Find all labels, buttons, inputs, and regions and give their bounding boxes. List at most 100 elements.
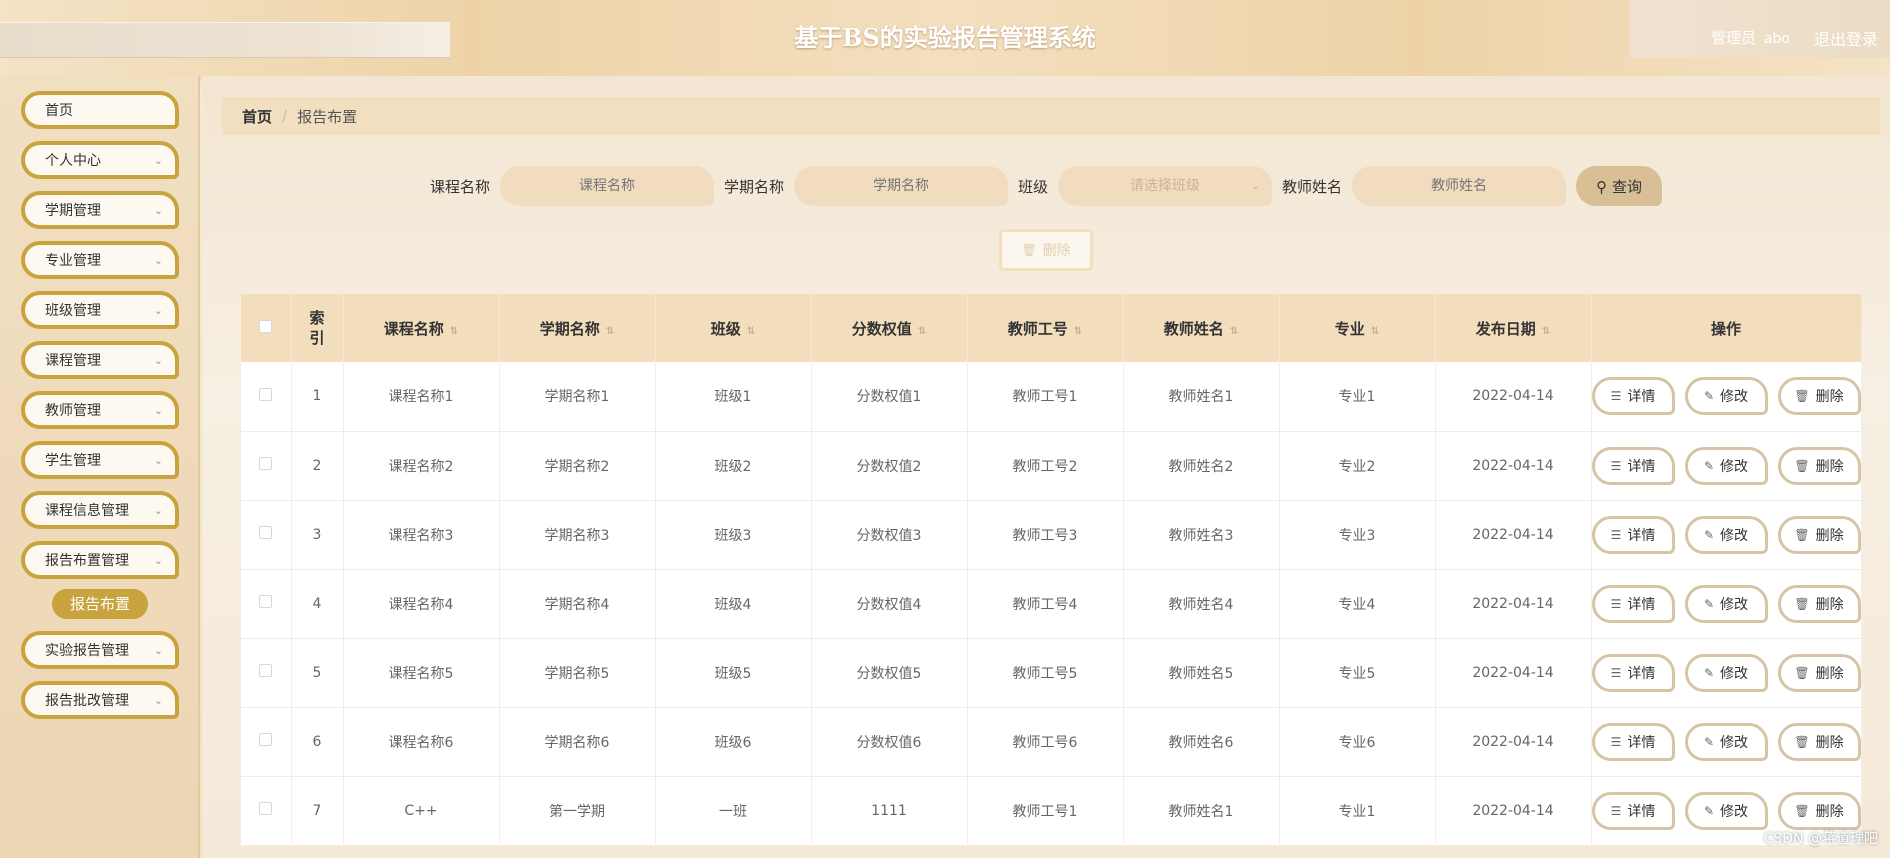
table-cell: 班级5 [655,638,812,707]
detail-button[interactable]: ☰ 详情 [1591,515,1675,554]
breadcrumb-home[interactable]: 首页 [242,106,272,127]
sort-icon[interactable]: ⇅ [747,326,755,337]
row-select-cell [241,431,292,500]
column-header: 索引 [291,294,344,362]
term-name-input[interactable] [794,166,1009,206]
detail-button[interactable]: ☰ 详情 [1591,584,1675,623]
column-header[interactable]: 教师工号 ⇅ [967,294,1124,362]
sidebar-subitem-report-assign[interactable]: 报告布置 [52,589,148,619]
column-header[interactable]: 课程名称 ⇅ [343,294,500,362]
edit-button[interactable]: ✎ 修改 [1684,653,1768,692]
table-cell: 5 [291,638,344,707]
sort-icon[interactable]: ⇅ [1542,326,1550,337]
table-cell: 教师姓名1 [1123,776,1280,845]
query-button[interactable]: ⚲ 查询 [1576,166,1663,206]
row-checkbox[interactable] [259,526,273,539]
batch-delete-button[interactable]: 🗑 删除 [999,229,1093,271]
sidebar-item-3[interactable]: 专业管理 ⌄ [21,241,179,279]
sidebar-item-8[interactable]: 课程信息管理 ⌄ [21,491,179,529]
detail-button[interactable]: ☰ 详情 [1591,653,1675,692]
column-header[interactable]: 学期名称 ⇅ [499,294,656,362]
sort-icon[interactable]: ⇅ [450,326,458,337]
sidebar-item-label: 报告批改管理 [45,693,129,709]
row-checkbox[interactable] [259,802,273,815]
logout-button[interactable]: 退出登录 [1814,26,1878,50]
chevron-down-icon: ⌄ [153,204,163,217]
row-checkbox[interactable] [259,664,273,677]
select-all-checkbox[interactable] [259,320,273,333]
course-name-label: 课程名称 [430,177,491,196]
table-cell: 课程名称5 [343,638,500,707]
table-cell: 专业6 [1279,707,1436,776]
row-select-cell [241,776,292,845]
sidebar-item-0[interactable]: 首页 [21,91,179,129]
sort-icon[interactable]: ⇅ [606,326,614,337]
sort-icon[interactable]: ⇅ [1371,326,1379,337]
table-cell: 教师姓名4 [1123,569,1280,638]
delete-button[interactable]: 🗑 删除 [1777,653,1861,692]
table-cell: 3 [291,500,344,569]
trash-icon: 🗑 [1794,527,1810,542]
detail-button[interactable]: ☰ 详情 [1591,722,1675,761]
sort-icon[interactable]: ⇅ [1230,326,1238,337]
sidebar-item-a0[interactable]: 实验报告管理 ⌄ [21,631,179,669]
table-cell: 课程名称3 [343,500,500,569]
table-row: 6 课程名称6 学期名称6 班级6 分数权值6 教师工号6 教师姓名6 专业6 2022-04-… [241,707,1862,776]
row-checkbox[interactable] [259,733,273,746]
column-header[interactable]: 班级 ⇅ [655,294,812,362]
row-select-cell [241,362,292,431]
current-user: 管理员 abo [1711,27,1790,48]
pencil-icon: ✎ [1703,389,1715,404]
table-cell: 教师工号5 [967,638,1124,707]
edit-button[interactable]: ✎ 修改 [1684,377,1768,416]
edit-button[interactable]: ✎ 修改 [1684,722,1768,761]
sidebar-item-6[interactable]: 教师管理 ⌄ [21,391,179,429]
teacher-name-input[interactable] [1352,166,1567,206]
column-header[interactable]: 发布日期 ⇅ [1435,294,1592,362]
sidebar-item-9[interactable]: 报告布置管理 ⌄ [21,541,179,579]
sort-icon[interactable]: ⇅ [918,326,926,337]
sidebar-item-4[interactable]: 班级管理 ⌄ [21,291,179,329]
edit-button[interactable]: ✎ 修改 [1684,515,1768,554]
sidebar-item-label: 课程信息管理 [45,503,129,519]
column-header-label: 课程名称 [383,319,444,338]
delete-button[interactable]: 🗑 删除 [1777,377,1861,416]
document-icon: ☰ [1610,458,1622,473]
delete-button[interactable]: 🗑 删除 [1777,515,1861,554]
table-row: 5 课程名称5 学期名称5 班级5 分数权值5 教师工号5 教师姓名5 专业5 2022-04-… [241,638,1862,707]
column-header[interactable]: 教师姓名 ⇅ [1123,294,1280,362]
table-cell: 教师姓名3 [1123,500,1280,569]
row-checkbox[interactable] [259,595,273,608]
table-cell: 班级3 [655,500,812,569]
detail-button[interactable]: ☰ 详情 [1591,791,1675,830]
detail-button[interactable]: ☰ 详情 [1591,377,1675,416]
delete-button[interactable]: 🗑 删除 [1777,791,1861,830]
edit-button[interactable]: ✎ 修改 [1684,791,1768,830]
sidebar-item-2[interactable]: 学期管理 ⌄ [21,191,179,229]
sidebar-item-7[interactable]: 学生管理 ⌄ [21,441,179,479]
course-name-input[interactable] [500,166,715,206]
delete-button-label: 删除 [1815,527,1844,544]
class-label: 班级 [1018,177,1049,196]
sidebar-item-label: 课程管理 [45,353,101,369]
sidebar-item-5[interactable]: 课程管理 ⌄ [21,341,179,379]
edit-button[interactable]: ✎ 修改 [1684,584,1768,623]
table-header-row: 索引 课程名称 ⇅ 学期名称 ⇅ 班级 ⇅ 分数权值 ⇅ 教师工号 ⇅ 教师姓名 ⇅ 专业 ⇅ 发布日期 ⇅ 操作 [241,294,1862,362]
trash-icon: 🗑 [1794,734,1810,749]
sidebar-item-a1[interactable]: 报告批改管理 ⌄ [21,681,179,719]
table-cell: 班级2 [655,431,812,500]
delete-button[interactable]: 🗑 删除 [1777,446,1861,485]
row-checkbox[interactable] [259,387,273,401]
sidebar-item-label: 个人中心 [45,153,101,169]
sidebar-item-1[interactable]: 个人中心 ⌄ [21,141,179,179]
delete-button[interactable]: 🗑 删除 [1777,584,1861,623]
sort-icon[interactable]: ⇅ [1074,326,1082,337]
column-header[interactable]: 分数权值 ⇅ [811,294,968,362]
detail-button[interactable]: ☰ 详情 [1591,446,1675,485]
delete-button[interactable]: 🗑 删除 [1777,722,1861,761]
edit-button[interactable]: ✎ 修改 [1684,446,1768,485]
row-checkbox[interactable] [259,457,273,470]
class-select[interactable]: 请选择班级 ⌄ [1058,166,1273,206]
delete-button-label: 删除 [1815,803,1844,820]
column-header[interactable]: 专业 ⇅ [1279,294,1436,362]
